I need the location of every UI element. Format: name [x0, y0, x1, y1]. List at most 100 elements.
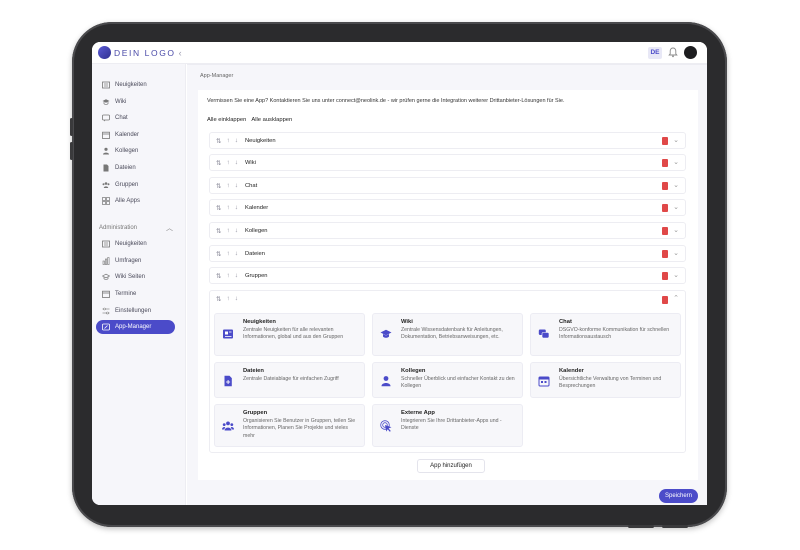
- app-row[interactable]: ⇅ ↑ ↓ Gruppen ⌄: [209, 267, 686, 284]
- move-up-icon[interactable]: ↑: [226, 272, 229, 279]
- app-row-name: Gruppen: [244, 272, 268, 279]
- app-card-title: Externe App: [401, 410, 435, 416]
- sort-handle-icon[interactable]: ⇅: [216, 159, 221, 167]
- trash-icon[interactable]: [662, 250, 668, 258]
- graduation-cap-icon: [380, 328, 392, 340]
- move-down-icon[interactable]: ↓: [235, 250, 238, 257]
- row-handles: ⇅ ↑ ↓: [216, 159, 238, 167]
- app-row[interactable]: ⇅ ↑ ↓ Chat ⌄: [209, 177, 686, 194]
- add-app-button[interactable]: App hinzufügen: [417, 459, 485, 473]
- move-down-icon[interactable]: ↓: [235, 227, 238, 234]
- chevron-down-icon[interactable]: ⌄: [673, 158, 679, 166]
- trash-icon[interactable]: [662, 272, 668, 280]
- move-down-icon[interactable]: ↓: [235, 272, 238, 279]
- sort-handle-icon[interactable]: ⇅: [216, 227, 221, 235]
- chevron-down-icon[interactable]: ⌄: [673, 136, 679, 144]
- app-row-name: Neuigkeiten: [244, 137, 276, 144]
- app-card-title: Kollegen: [401, 368, 426, 374]
- move-up-icon[interactable]: ↑: [226, 295, 229, 303]
- app-card-title: Neuigkeiten: [243, 319, 276, 325]
- app-card-title: Gruppen: [243, 410, 268, 416]
- newspaper-icon: [222, 328, 234, 340]
- app-card-wiki[interactable]: Wiki Zentrale Wissensdatenbank für Anlei…: [372, 313, 523, 356]
- row-handles: ⇅ ↑ ↓: [216, 272, 238, 280]
- app-card-description: Übersichtliche Verwaltung von Terminen u…: [559, 376, 662, 390]
- row-handles: ⇅ ↑ ↓: [216, 182, 238, 190]
- move-down-icon[interactable]: ↓: [235, 204, 238, 211]
- app-row[interactable]: ⇅ ↑ ↓ Dateien ⌄: [209, 245, 686, 262]
- row-handles: ⇅ ↑ ↓: [216, 204, 238, 212]
- intro-text: Vermissen Sie eine App? Kontaktieren Sie…: [207, 98, 565, 104]
- breadcrumb: App-Manager: [200, 73, 234, 79]
- collapse-all-link[interactable]: Alle einklappen: [207, 117, 246, 123]
- app-card-chat[interactable]: Chat DSGVO-konforme Kommunikation für sc…: [530, 313, 681, 356]
- sort-handle-icon[interactable]: ⇅: [216, 295, 221, 303]
- move-down-icon[interactable]: ↓: [235, 137, 238, 144]
- move-up-icon[interactable]: ↑: [226, 250, 229, 257]
- row-handles: ⇅ ↑ ↓: [216, 295, 238, 303]
- app-card-gruppen[interactable]: Gruppen Organisieren Sie Benutzer in Gru…: [214, 404, 365, 447]
- app-card-title: Kalender: [559, 368, 584, 374]
- move-up-icon[interactable]: ↑: [226, 182, 229, 189]
- sort-handle-icon[interactable]: ⇅: [216, 137, 221, 145]
- row-handles: ⇅ ↑ ↓: [216, 227, 238, 235]
- app-card-description: Zentrale Neuigkeiten für alle relevanten…: [243, 327, 344, 341]
- move-up-icon[interactable]: ↑: [226, 227, 229, 234]
- sort-handle-icon[interactable]: ⇅: [216, 272, 221, 280]
- app-card-description: Integrieren Sie Ihre Drittanbieter-Apps …: [401, 418, 502, 432]
- move-up-icon[interactable]: ↑: [226, 137, 229, 144]
- trash-icon[interactable]: [662, 227, 668, 235]
- chevron-down-icon[interactable]: ⌄: [673, 181, 679, 189]
- app-card-description: Organisieren Sie Benutzer in Gruppen, te…: [243, 418, 356, 439]
- expand-all-link[interactable]: Alle ausklappen: [251, 117, 292, 123]
- chevron-up-icon[interactable]: ⌃: [673, 294, 679, 302]
- move-up-icon[interactable]: ↑: [226, 159, 229, 166]
- row-handles: ⇅ ↑ ↓: [216, 137, 238, 145]
- app-card-title: Chat: [559, 319, 572, 325]
- sort-handle-icon[interactable]: ⇅: [216, 250, 221, 258]
- chevron-down-icon[interactable]: ⌄: [673, 203, 679, 211]
- sort-handle-icon[interactable]: ⇅: [216, 182, 221, 190]
- divider: [187, 64, 707, 65]
- app-card-title: Dateien: [243, 368, 264, 374]
- move-down-icon[interactable]: ↓: [235, 182, 238, 189]
- file-add-icon: [222, 375, 234, 387]
- app-card-description: Zentrale Dateiablage für einfachen Zugri…: [243, 376, 339, 382]
- move-down-icon[interactable]: ↓: [235, 295, 238, 303]
- trash-icon[interactable]: [662, 204, 668, 212]
- chevron-down-icon[interactable]: ⌄: [673, 226, 679, 234]
- app-card-externe-app[interactable]: Externe App Integrieren Sie Ihre Drittan…: [372, 404, 523, 447]
- chevron-down-icon[interactable]: ⌄: [673, 249, 679, 257]
- app-card-title: Wiki: [401, 319, 413, 325]
- app-card-neuigkeiten[interactable]: Neuigkeiten Zentrale Neuigkeiten für all…: [214, 313, 365, 356]
- chevron-down-icon[interactable]: ⌄: [673, 271, 679, 279]
- app-card-kollegen[interactable]: Kollegen Schneller Überblick und einfach…: [372, 362, 523, 398]
- move-down-icon[interactable]: ↓: [235, 159, 238, 166]
- app-row-name: Kalender: [244, 204, 269, 211]
- app-row[interactable]: ⇅ ↑ ↓ Wiki ⌄: [209, 154, 686, 171]
- chat-bubble-icon: [538, 328, 550, 340]
- app-card-description: Schneller Überblick und einfacher Kontak…: [401, 376, 515, 390]
- app-row-name: Chat: [244, 182, 258, 189]
- row-handles: ⇅ ↑ ↓: [216, 250, 238, 258]
- main-layer: App-Manager Vermissen Sie eine App? Kont…: [0, 0, 800, 550]
- app-row[interactable]: ⇅ ↑ ↓ Kalender ⌄: [209, 199, 686, 216]
- trash-icon[interactable]: [662, 182, 668, 190]
- calendar-icon: [538, 375, 550, 387]
- pointer-icon: [380, 420, 392, 432]
- app-row[interactable]: ⇅ ↑ ↓ Kollegen ⌄: [209, 222, 686, 239]
- trash-icon[interactable]: [662, 159, 668, 167]
- toggle-links: Alle einklappen Alle ausklappen: [207, 117, 292, 123]
- app-row-name: Wiki: [244, 159, 256, 166]
- trash-icon[interactable]: [662, 296, 668, 304]
- save-button[interactable]: Speichern: [659, 489, 698, 503]
- group-icon: [222, 420, 234, 432]
- app-card-dateien[interactable]: Dateien Zentrale Dateiablage für einfach…: [214, 362, 365, 398]
- app-card-description: DSGVO-konforme Kommunikation für schnell…: [559, 327, 670, 341]
- sort-handle-icon[interactable]: ⇅: [216, 204, 221, 212]
- app-row[interactable]: ⇅ ↑ ↓ Neuigkeiten ⌄: [209, 132, 686, 149]
- trash-icon[interactable]: [662, 137, 668, 145]
- app-card-kalender[interactable]: Kalender Übersichtliche Verwaltung von T…: [530, 362, 681, 398]
- move-up-icon[interactable]: ↑: [226, 204, 229, 211]
- person-icon: [380, 375, 392, 387]
